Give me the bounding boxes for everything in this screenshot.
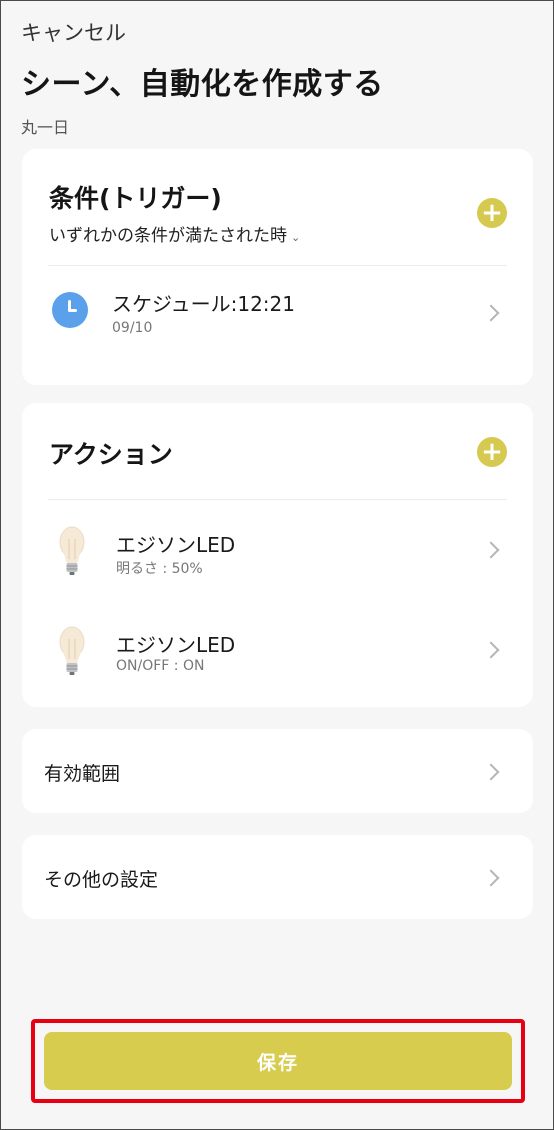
chevron-right-icon: [482, 304, 500, 322]
cancel-button[interactable]: キャンセル: [21, 17, 126, 47]
trigger-mode-label: いずれかの条件が満たされた時: [49, 226, 287, 246]
page-title: シーン、自動化を作成する: [21, 67, 384, 102]
schedule-subtitle: 丸一日: [21, 118, 70, 137]
screen-frame: キャンセル シーン、自動化を作成する 丸一日 条件(トリガー) いずれかの条件が…: [0, 0, 554, 1130]
chevron-right-icon: [482, 541, 500, 559]
action-item-subtitle: ON/OFF : ON: [116, 658, 205, 674]
action-item-title: エジソンLED: [116, 633, 236, 657]
chevron-right-icon: [482, 763, 500, 781]
action-item-2[interactable]: エジソンLED ON/OFF : ON: [22, 601, 533, 701]
trigger-item-schedule[interactable]: スケジュール:12:21 09/10: [22, 266, 533, 366]
add-action-button[interactable]: +: [477, 437, 507, 467]
save-button[interactable]: 保存: [44, 1032, 512, 1090]
effective-scope-label: 有効範囲: [44, 763, 121, 785]
action-section-title: アクション: [49, 440, 173, 469]
other-settings-label: その他の設定: [44, 869, 159, 891]
other-settings-row[interactable]: その他の設定: [22, 835, 533, 919]
chevron-down-icon: ⌄: [291, 231, 301, 244]
light-bulb-icon: [59, 626, 85, 675]
trigger-item-subtitle: 09/10: [112, 320, 153, 336]
action-item-1[interactable]: エジソンLED 明るさ : 50%: [22, 501, 533, 601]
plus-icon: +: [481, 437, 503, 467]
save-highlight: 保存: [31, 1019, 525, 1103]
add-trigger-button[interactable]: +: [477, 198, 507, 228]
trigger-card: 条件(トリガー) いずれかの条件が満たされた時 ⌄ + スケジュール:12:21 …: [22, 149, 533, 385]
trigger-item-title: スケジュール:12:21: [112, 292, 295, 316]
light-bulb-icon: [59, 526, 85, 575]
plus-icon: +: [481, 198, 503, 228]
divider: [48, 499, 507, 500]
action-item-title: エジソンLED: [116, 533, 236, 557]
trigger-mode-selector[interactable]: いずれかの条件が満たされた時 ⌄: [49, 221, 300, 246]
clock-icon: [52, 292, 88, 328]
effective-scope-row[interactable]: 有効範囲: [22, 729, 533, 813]
action-item-subtitle: 明るさ : 50%: [116, 561, 203, 577]
action-card: アクション + エジソンLED 明るさ : 50% エジソンLED ON/OFF…: [22, 403, 533, 707]
chevron-right-icon: [482, 641, 500, 659]
trigger-section-title: 条件(トリガー): [49, 184, 222, 213]
chevron-right-icon: [482, 869, 500, 887]
